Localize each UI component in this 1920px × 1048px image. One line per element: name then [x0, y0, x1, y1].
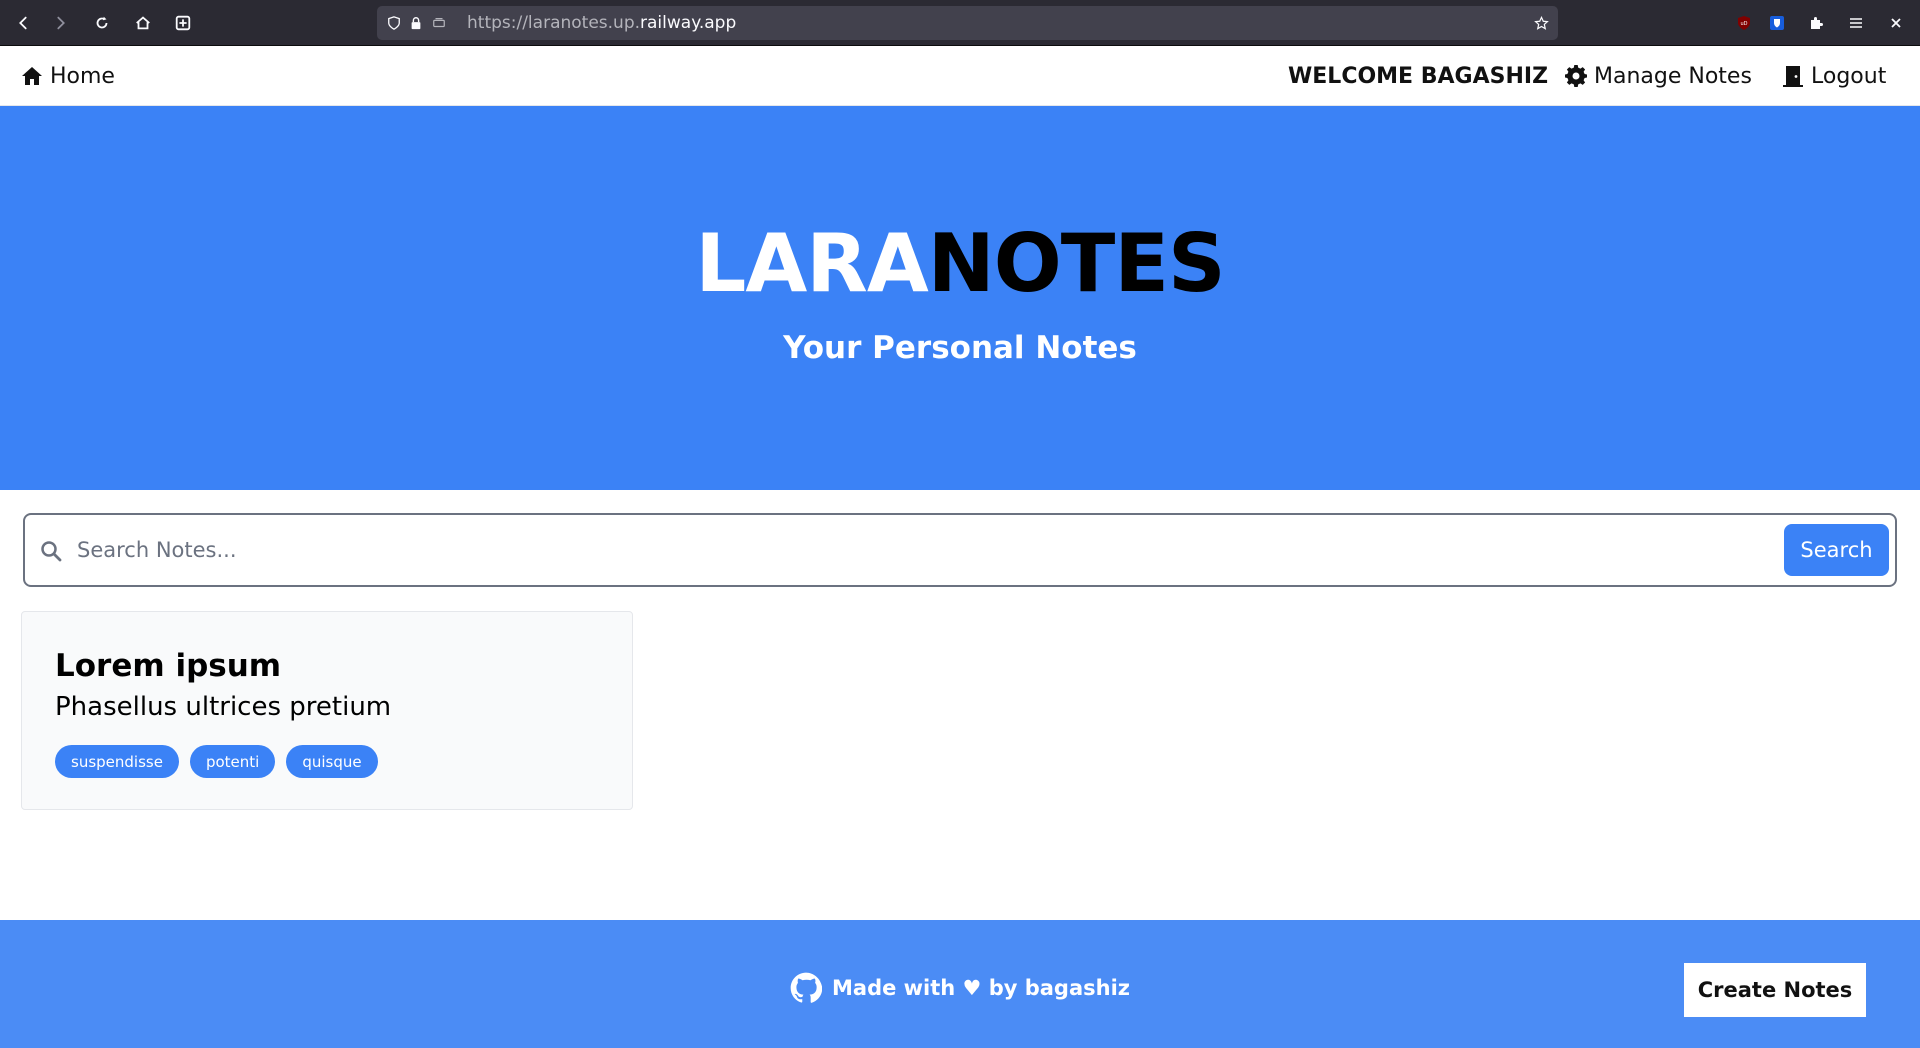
tag-quisque[interactable]: quisque	[286, 745, 378, 778]
new-tab-icon[interactable]	[170, 10, 196, 36]
welcome-text: WELCOME BAGASHIZ	[1288, 63, 1549, 89]
footer-credit-link[interactable]: Made with ♥ by bagashiz	[0, 972, 1920, 1004]
tag-suspendisse[interactable]: suspendisse	[55, 745, 179, 778]
note-card[interactable]: Lorem ipsum Phasellus ultrices pretium s…	[21, 611, 633, 810]
permissions-icon[interactable]	[430, 14, 448, 32]
lock-icon[interactable]	[407, 14, 425, 32]
gear-icon	[1565, 65, 1587, 87]
create-notes-button[interactable]: Create Notes	[1684, 963, 1866, 1017]
url-text[interactable]: https://laranotes.up.railway.app	[467, 13, 736, 33]
search-button[interactable]: Search	[1784, 524, 1889, 576]
home-link[interactable]: Home	[20, 46, 115, 106]
search-input[interactable]	[77, 527, 1777, 573]
note-body: Phasellus ultrices pretium	[55, 692, 392, 722]
home-icon	[22, 67, 42, 85]
note-title: Lorem ipsum	[55, 648, 282, 684]
logout-label: Logout	[1811, 63, 1887, 89]
reload-icon[interactable]	[89, 10, 115, 36]
footer: Made with ♥ by bagashiz Create Notes	[0, 920, 1920, 1048]
manage-notes-link[interactable]: Manage Notes	[1564, 46, 1752, 106]
home-icon[interactable]	[130, 10, 156, 36]
manage-notes-label: Manage Notes	[1594, 63, 1752, 89]
shield-icon[interactable]	[385, 14, 403, 32]
back-icon[interactable]	[10, 10, 36, 36]
site-navbar: Home WELCOME BAGASHIZ Manage Notes Logou…	[0, 46, 1920, 106]
app-title-notes: NOTES	[927, 217, 1226, 310]
svg-text:uD: uD	[1740, 21, 1747, 27]
app-subtitle: Your Personal Notes	[783, 330, 1137, 366]
tag-potenti[interactable]: potenti	[189, 745, 276, 778]
search-form: Search	[23, 513, 1897, 587]
home-link-label: Home	[50, 63, 115, 89]
app-title: LARANOTES	[0, 224, 1920, 304]
forward-icon[interactable]	[48, 10, 74, 36]
bookmark-star-icon[interactable]	[1532, 14, 1550, 32]
browser-toolbar: https://laranotes.up.railway.app uD	[0, 0, 1920, 46]
app-title-lara: LARA	[695, 217, 928, 310]
close-icon[interactable]	[1884, 11, 1908, 35]
extensions-icon[interactable]	[1804, 11, 1828, 35]
menu-icon[interactable]	[1844, 11, 1868, 35]
door-icon	[1783, 66, 1803, 87]
bitwarden-icon[interactable]	[1765, 11, 1789, 35]
search-icon	[41, 541, 62, 562]
ublock-icon[interactable]: uD	[1732, 11, 1756, 35]
url-bar[interactable]: https://laranotes.up.railway.app	[377, 6, 1558, 40]
github-icon	[790, 972, 822, 1003]
logout-link[interactable]: Logout	[1781, 46, 1886, 106]
footer-credit-text: Made with ♥ by bagashiz	[832, 976, 1130, 1000]
hero-banner: LARANOTES Your Personal Notes	[0, 106, 1920, 490]
note-tags: suspendisse potenti quisque	[55, 745, 378, 778]
